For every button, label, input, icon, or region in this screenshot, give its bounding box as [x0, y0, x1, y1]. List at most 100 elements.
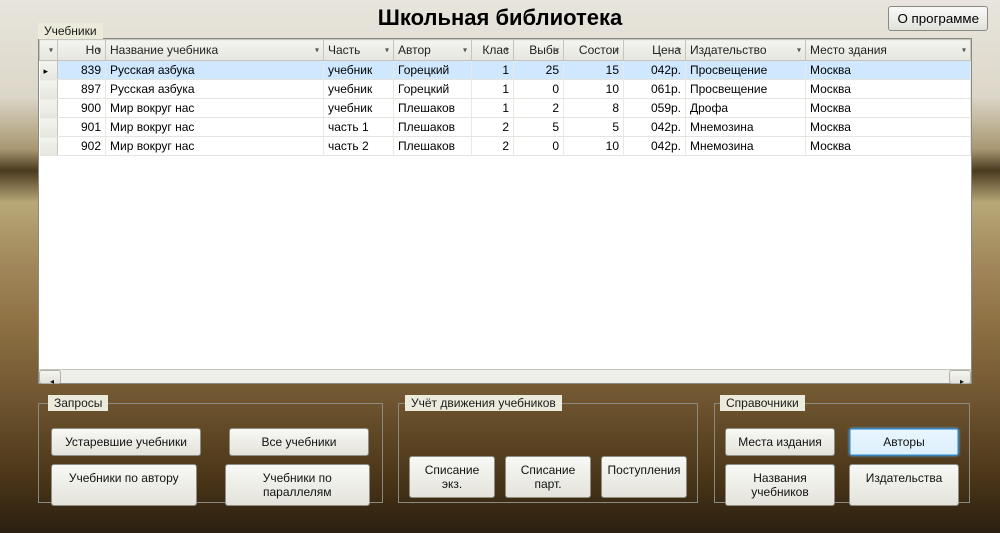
- column-header-publisher[interactable]: Издательство▾: [686, 40, 806, 61]
- cell[interactable]: 1: [472, 61, 514, 80]
- dropdown-icon: ▾: [385, 46, 389, 55]
- publishers-button[interactable]: Издательства: [849, 464, 959, 506]
- table-row[interactable]: 901Мир вокруг насчасть 1Плешаков255042р.…: [40, 118, 971, 137]
- authors-button[interactable]: Авторы: [849, 428, 959, 456]
- table-row[interactable]: 900Мир вокруг насучебникПлешаков128059р.…: [40, 99, 971, 118]
- cell[interactable]: 10: [564, 80, 624, 99]
- cell[interactable]: Просвещение: [686, 61, 806, 80]
- cell[interactable]: 25: [514, 61, 564, 80]
- cell[interactable]: 061р.: [624, 80, 686, 99]
- cell[interactable]: [40, 118, 58, 137]
- column-header-name[interactable]: Название учебника▾: [106, 40, 324, 61]
- cell[interactable]: 10: [564, 137, 624, 156]
- cell[interactable]: 902: [58, 137, 106, 156]
- table-row[interactable]: ▸839Русская азбукаучебникГорецкий1251504…: [40, 61, 971, 80]
- textbooks-table[interactable]: ▾ Но ▾ Название учебника▾ Часть▾ Автор▾ …: [39, 39, 971, 369]
- cell[interactable]: 042р.: [624, 61, 686, 80]
- cell[interactable]: 1: [472, 99, 514, 118]
- all-textbooks-button[interactable]: Все учебники: [229, 428, 369, 456]
- refs-section-label: Справочники: [720, 395, 805, 411]
- cell[interactable]: 5: [564, 118, 624, 137]
- column-header-stock[interactable]: Состои▾: [564, 40, 624, 61]
- cell[interactable]: Русская азбука: [106, 61, 324, 80]
- column-header-place[interactable]: Место здания▾: [806, 40, 971, 61]
- cell[interactable]: 5: [514, 118, 564, 137]
- textbooks-section-label: Учебники: [38, 23, 103, 39]
- cell[interactable]: Москва: [806, 61, 971, 80]
- dropdown-icon: ▾: [505, 46, 509, 55]
- cell[interactable]: 042р.: [624, 118, 686, 137]
- dropdown-icon: ▾: [677, 46, 681, 55]
- table-header-row: ▾ Но ▾ Название учебника▾ Часть▾ Автор▾ …: [40, 40, 971, 61]
- scroll-left-button[interactable]: ◂: [39, 370, 61, 384]
- cell[interactable]: [40, 80, 58, 99]
- by-grade-button[interactable]: Учебники по параллелям: [225, 464, 371, 506]
- column-header-part[interactable]: Часть▾: [324, 40, 394, 61]
- titles-button[interactable]: Названия учебников: [725, 464, 835, 506]
- cell[interactable]: Плешаков: [394, 99, 472, 118]
- cell[interactable]: часть 2: [324, 137, 394, 156]
- column-header-out[interactable]: Выбь▾: [514, 40, 564, 61]
- cell[interactable]: учебник: [324, 80, 394, 99]
- incoming-button[interactable]: Поступления: [601, 456, 687, 498]
- cell[interactable]: 2: [472, 118, 514, 137]
- cell[interactable]: [40, 137, 58, 156]
- cell[interactable]: Плешаков: [394, 137, 472, 156]
- table-row[interactable]: 897Русская азбукаучебникГорецкий1010061р…: [40, 80, 971, 99]
- cell[interactable]: Мир вокруг нас: [106, 99, 324, 118]
- column-header-class[interactable]: Клас▾: [472, 40, 514, 61]
- cell[interactable]: Горецкий: [394, 61, 472, 80]
- cell[interactable]: 042р.: [624, 137, 686, 156]
- dropdown-icon: ▾: [555, 46, 559, 55]
- column-header-num[interactable]: Но ▾: [58, 40, 106, 61]
- places-button[interactable]: Места издания: [725, 428, 835, 456]
- cell[interactable]: 839: [58, 61, 106, 80]
- cell[interactable]: Мнемозина: [686, 118, 806, 137]
- cell[interactable]: Москва: [806, 137, 971, 156]
- cell[interactable]: Мир вокруг нас: [106, 137, 324, 156]
- cell[interactable]: [40, 99, 58, 118]
- dropdown-icon: ▾: [797, 46, 801, 55]
- cell[interactable]: Москва: [806, 80, 971, 99]
- cell[interactable]: Москва: [806, 99, 971, 118]
- row-selector-header[interactable]: ▾: [40, 40, 58, 61]
- cell[interactable]: учебник: [324, 61, 394, 80]
- cell[interactable]: 15: [564, 61, 624, 80]
- obsolete-textbooks-button[interactable]: Устаревшие учебники: [51, 428, 201, 456]
- cell[interactable]: 059р.: [624, 99, 686, 118]
- movement-group: Списание экз. Списание парт. Поступления: [398, 403, 698, 503]
- cell[interactable]: Мнемозина: [686, 137, 806, 156]
- about-button[interactable]: О программе: [888, 6, 988, 31]
- refs-group: Места издания Авторы Названия учебников …: [714, 403, 970, 503]
- cell[interactable]: 897: [58, 80, 106, 99]
- write-off-batch-button[interactable]: Списание парт.: [505, 456, 591, 498]
- cell[interactable]: Плешаков: [394, 118, 472, 137]
- textbooks-table-frame: ▾ Но ▾ Название учебника▾ Часть▾ Автор▾ …: [38, 38, 972, 384]
- scroll-right-button[interactable]: ▸: [949, 370, 971, 384]
- requests-section-label: Запросы: [48, 395, 108, 411]
- cell[interactable]: ▸: [40, 61, 58, 80]
- cell[interactable]: Москва: [806, 118, 971, 137]
- cell[interactable]: 0: [514, 80, 564, 99]
- dropdown-icon: ▾: [315, 46, 319, 55]
- cell[interactable]: 8: [564, 99, 624, 118]
- cell[interactable]: Мир вокруг нас: [106, 118, 324, 137]
- write-off-copies-button[interactable]: Списание экз.: [409, 456, 495, 498]
- cell[interactable]: 900: [58, 99, 106, 118]
- cell[interactable]: 1: [472, 80, 514, 99]
- cell[interactable]: Дрофа: [686, 99, 806, 118]
- cell[interactable]: 2: [514, 99, 564, 118]
- column-header-author[interactable]: Автор▾: [394, 40, 472, 61]
- table-row[interactable]: 902Мир вокруг насчасть 2Плешаков2010042р…: [40, 137, 971, 156]
- horizontal-scrollbar[interactable]: ◂ ▸: [39, 369, 971, 383]
- cell[interactable]: 901: [58, 118, 106, 137]
- by-author-button[interactable]: Учебники по автору: [51, 464, 197, 506]
- cell[interactable]: часть 1: [324, 118, 394, 137]
- cell[interactable]: Русская азбука: [106, 80, 324, 99]
- cell[interactable]: 0: [514, 137, 564, 156]
- column-header-price[interactable]: Цена▾: [624, 40, 686, 61]
- cell[interactable]: Горецкий: [394, 80, 472, 99]
- cell[interactable]: Просвещение: [686, 80, 806, 99]
- cell[interactable]: 2: [472, 137, 514, 156]
- cell[interactable]: учебник: [324, 99, 394, 118]
